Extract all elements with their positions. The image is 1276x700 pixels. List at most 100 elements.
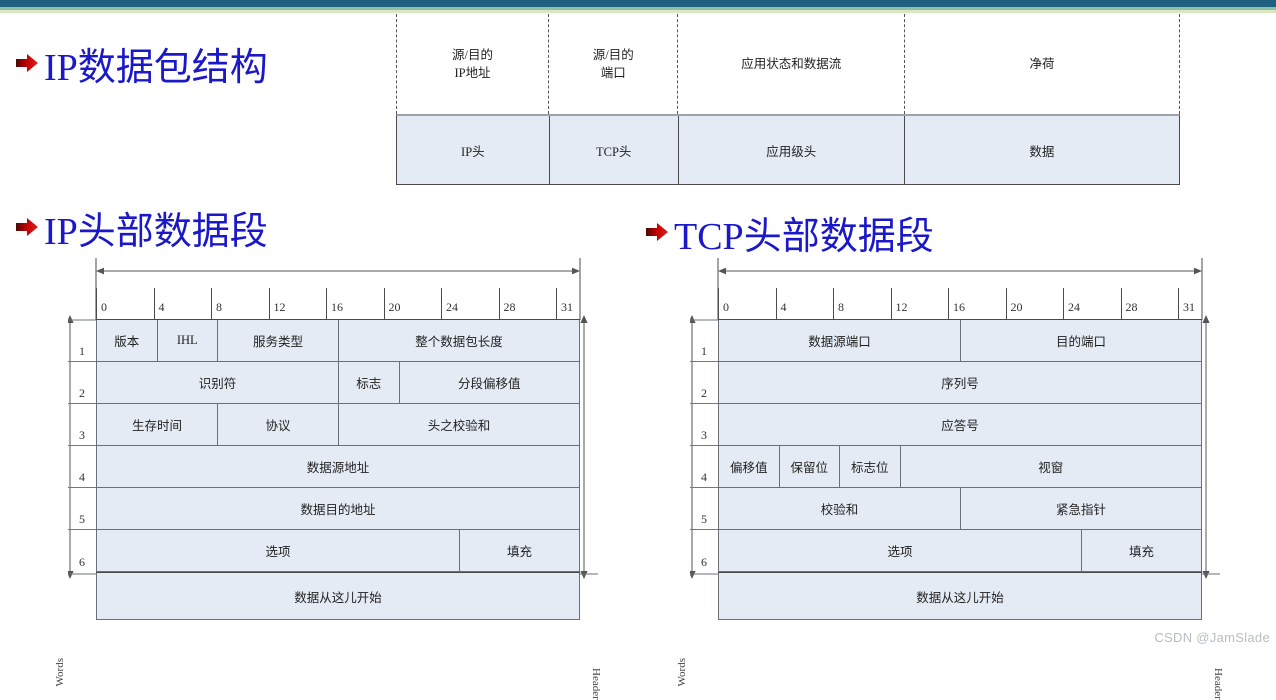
ip-field-flags: 标志 — [338, 362, 399, 403]
tcp-words-axis-label: Words — [676, 658, 688, 687]
bit-tick-12: 12 — [890, 288, 949, 319]
page-title-text: IP数据包结构 — [44, 47, 268, 89]
tcp-row-number-5: 5 — [690, 488, 718, 530]
arrow-bullet-icon — [14, 206, 40, 250]
ip-field-row-2: 识别符 标志 分段偏移值 — [96, 362, 580, 404]
ip-row-number-6: 6 — [79, 555, 85, 569]
bit-tick-24: 24 — [441, 288, 499, 319]
tcp-field-data-start: 数据从这儿开始 — [718, 573, 1202, 619]
tcp-field-row-3: 应答号 — [718, 404, 1202, 446]
tcp-field-row-4: 偏移值 保留位 标志位 视窗 — [718, 446, 1202, 488]
ip-field-dest-address: 数据目的地址 — [96, 488, 580, 529]
banner-stripe-dark — [0, 0, 1276, 7]
section-title-ip-header: IP头部数据段 — [14, 200, 268, 255]
ip-field-protocol: 协议 — [217, 404, 338, 445]
ip-header-field-diagram: 0 4 8 12 16 20 24 28 31 1 2 3 4 5 6 版本 I… — [28, 258, 613, 700]
ip-field-ttl: 生存时间 — [96, 404, 217, 445]
tcp-field-window: 视窗 — [899, 446, 1202, 487]
watermark: CSDN @JamSlade — [1154, 630, 1270, 645]
ip-field-options: 选项 — [96, 530, 459, 571]
bit-tick-16: 16 — [948, 288, 1006, 319]
top-banner — [0, 0, 1276, 13]
ip-field-service-type: 服务类型 — [217, 320, 338, 361]
ip-row-number-4: 4 — [68, 446, 96, 488]
bit-tick-24: 24 — [1063, 288, 1121, 319]
packet-upper-cell-port: 源/目的 端口 — [548, 14, 678, 114]
ip-field-row-5: 数据目的地址 — [96, 488, 580, 530]
tcp-field-checksum: 校验和 — [718, 488, 960, 529]
bit-tick-4: 4 — [153, 288, 212, 319]
bit-tick-31: 31 — [1178, 288, 1202, 319]
bit-tick-4: 4 — [775, 288, 834, 319]
ip-row-number-column: 1 2 3 4 5 6 — [68, 320, 96, 572]
tcp-row-number-3: 3 — [690, 404, 718, 446]
ip-field-padding: 填充 — [459, 530, 580, 571]
tcp-field-flags: 标志位 — [839, 446, 900, 487]
ip-row-number-1: 1 — [68, 320, 96, 362]
packet-upper-cell-ip-address-line2: IP地址 — [454, 66, 491, 80]
ip-header-axis-label: Header — [590, 668, 602, 700]
ip-field-frag-offset: 分段偏移值 — [398, 362, 580, 403]
tcp-field-row-5: 校验和 紧急指针 — [718, 488, 1202, 530]
tcp-row-number-column: 1 2 3 4 5 6 — [690, 320, 718, 572]
packet-lower-cell-tcp-header: TCP头 — [548, 116, 678, 184]
tcp-field-row-6: 选项 填充 — [718, 530, 1202, 572]
packet-structure-upper-row: 源/目的 IP地址 源/目的 端口 应用状态和数据流 净荷 — [396, 14, 1180, 114]
arrow-bullet-icon — [644, 211, 670, 255]
ip-field-grid: 版本 IHL 服务类型 整个数据包长度 识别符 标志 分段偏移值 生存时间 协议… — [96, 320, 580, 620]
tcp-field-source-port: 数据源端口 — [718, 320, 960, 361]
tcp-header-field-diagram: 0 4 8 12 16 20 24 28 31 1 2 3 4 5 6 数据源端… — [650, 258, 1235, 700]
tcp-field-dest-port: 目的端口 — [960, 320, 1202, 361]
tcp-row-number-4: 4 — [690, 446, 718, 488]
bit-tick-8: 8 — [211, 288, 269, 319]
section-title-tcp-header-text: TCP头部数据段 — [674, 216, 934, 258]
tcp-field-padding: 填充 — [1081, 530, 1202, 571]
tcp-field-ack-number: 应答号 — [718, 404, 1202, 445]
ip-row-number-2: 2 — [68, 362, 96, 404]
ip-bit-scale: 0 4 8 12 16 20 24 28 31 — [96, 288, 580, 320]
packet-lower-cell-data: 数据 — [903, 116, 1179, 184]
section-title-ip-header-text: IP头部数据段 — [44, 211, 268, 253]
packet-structure-table: 源/目的 IP地址 源/目的 端口 应用状态和数据流 净荷 IP头 TCP头 应… — [396, 14, 1180, 185]
bit-tick-20: 20 — [383, 288, 442, 319]
ip-field-version: 版本 — [96, 320, 157, 361]
packet-upper-cell-port-line2: 端口 — [600, 66, 626, 80]
bit-tick-20: 20 — [1005, 288, 1064, 319]
ip-field-row-3: 生存时间 协议 头之校验和 — [96, 404, 580, 446]
packet-structure-lower-row: IP头 TCP头 应用级头 数据 — [396, 114, 1180, 185]
ip-field-ihl: IHL — [156, 320, 217, 361]
packet-upper-cell-ip-address-line1: 源/目的 — [452, 47, 494, 62]
bit-tick-28: 28 — [498, 288, 557, 319]
tcp-bit-scale: 0 4 8 12 16 20 24 28 31 — [718, 288, 1202, 320]
tcp-header-axis-label: Header — [1212, 668, 1224, 700]
tcp-field-sequence-number: 序列号 — [718, 362, 1202, 403]
packet-upper-cell-payload: 净荷 — [904, 14, 1180, 114]
packet-lower-cell-ip-header: IP头 — [397, 116, 549, 184]
banner-stripe-light — [0, 10, 1276, 13]
tcp-field-row-2: 序列号 — [718, 362, 1202, 404]
ip-field-identifier: 识别符 — [96, 362, 338, 403]
ip-field-source-address: 数据源地址 — [96, 446, 580, 487]
bit-tick-16: 16 — [326, 288, 384, 319]
packet-upper-cell-ip-address: 源/目的 IP地址 — [396, 14, 549, 114]
bit-tick-28: 28 — [1120, 288, 1179, 319]
packet-upper-cell-port-line1: 源/目的 — [592, 47, 634, 62]
tcp-field-options: 选项 — [718, 530, 1081, 571]
ip-field-data-start: 数据从这儿开始 — [96, 573, 580, 619]
tcp-field-row-data: 数据从这儿开始 — [718, 572, 1202, 620]
page-title-packet-structure: IP数据包结构 — [14, 36, 268, 91]
ip-row-number-3: 3 — [68, 404, 96, 446]
packet-upper-cell-app-state: 应用状态和数据流 — [677, 14, 905, 114]
packet-lower-cell-app-header: 应用级头 — [677, 116, 904, 184]
tcp-row-number-6: 6 — [701, 555, 707, 569]
bit-tick-8: 8 — [833, 288, 891, 319]
ip-field-header-checksum: 头之校验和 — [338, 404, 580, 445]
ip-field-row-6: 选项 填充 — [96, 530, 580, 572]
tcp-field-offset: 偏移值 — [718, 446, 779, 487]
section-title-tcp-header: TCP头部数据段 — [644, 205, 934, 260]
bit-tick-0: 0 — [96, 288, 154, 319]
ip-field-row-1: 版本 IHL 服务类型 整个数据包长度 — [96, 320, 580, 362]
tcp-field-grid: 数据源端口 目的端口 序列号 应答号 偏移值 保留位 标志位 视窗 校验和 紧急… — [718, 320, 1202, 620]
ip-field-total-length: 整个数据包长度 — [338, 320, 580, 361]
tcp-field-row-1: 数据源端口 目的端口 — [718, 320, 1202, 362]
